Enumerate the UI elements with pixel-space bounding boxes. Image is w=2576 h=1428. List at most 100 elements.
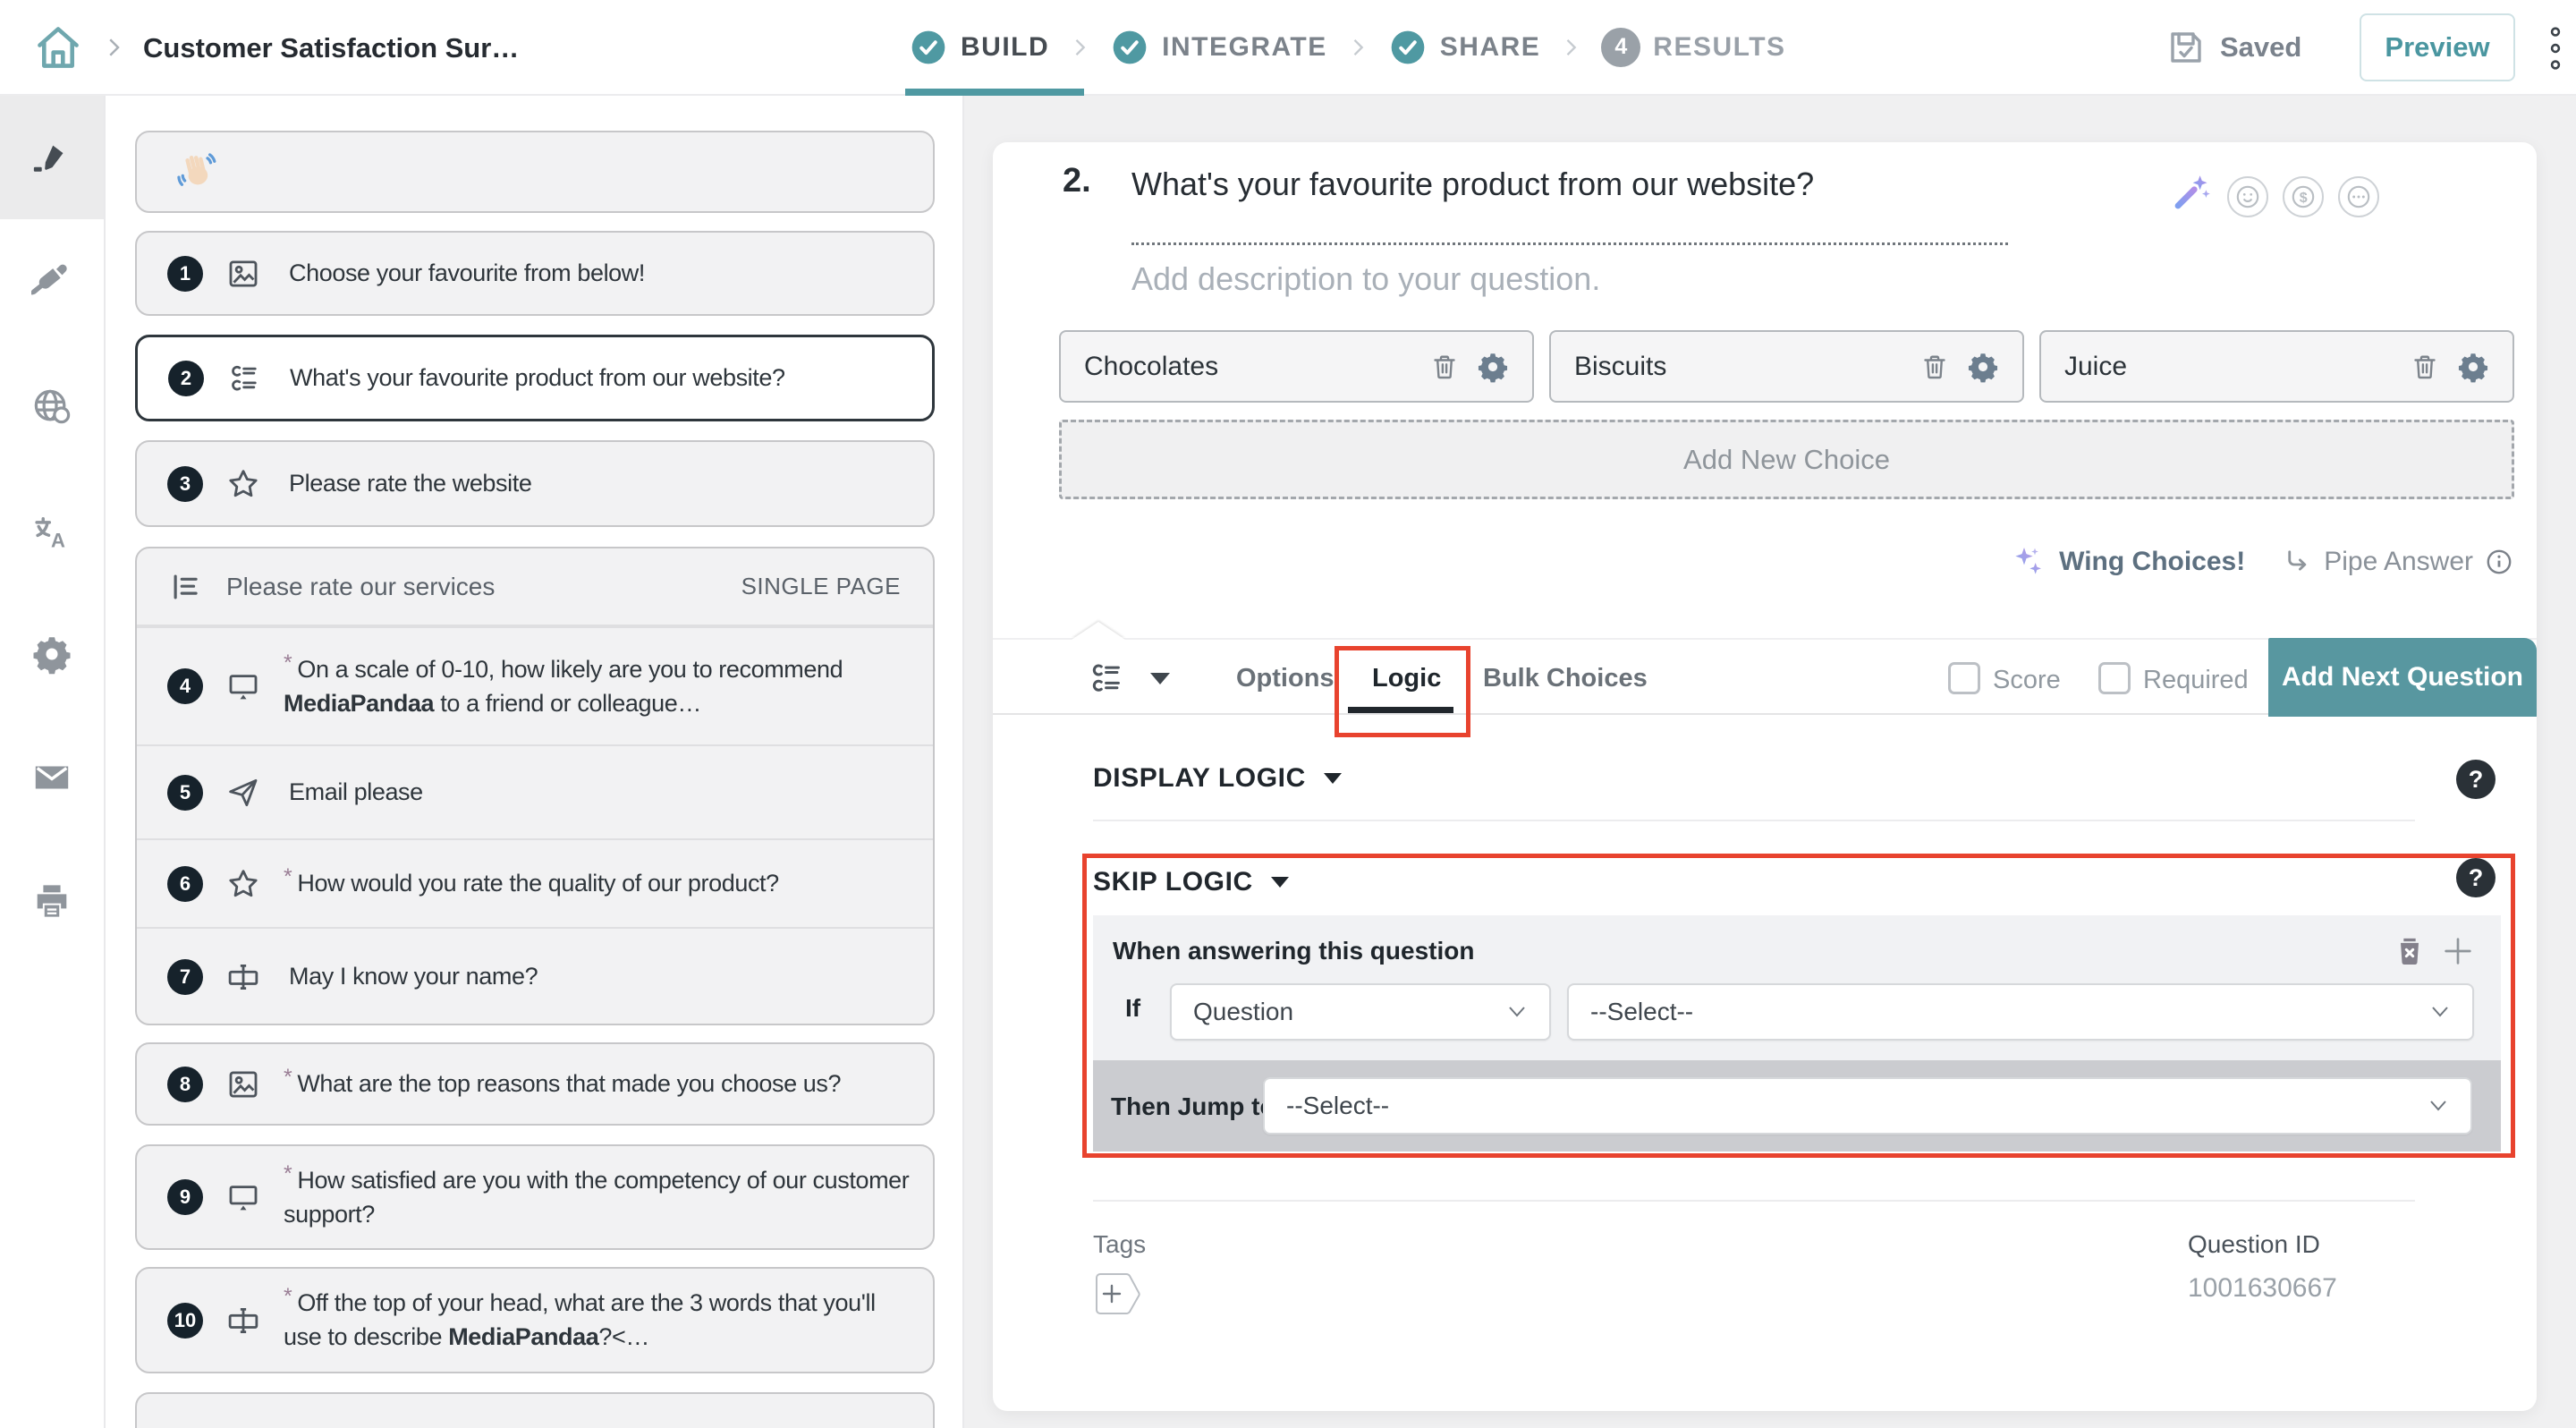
description-placeholder[interactable]: Add description to your question. [1131, 260, 1600, 298]
question-number: 3 [167, 466, 203, 502]
check-circle-icon [1110, 28, 1149, 67]
question-type-icon[interactable] [1086, 658, 1127, 699]
question-card-1[interactable]: 1 Choose your favourite from below! [135, 231, 935, 316]
question-list-panel[interactable]: 1 Choose your favourite from below! 2 Wh… [106, 96, 964, 1428]
question-card-3[interactable]: 3 Please rate the website [135, 440, 935, 527]
step-build[interactable]: BUILD [909, 28, 1049, 67]
step-share[interactable]: SHARE [1388, 28, 1541, 67]
question-number: 2 [168, 361, 204, 396]
sidebar-item-translate[interactable]: A [0, 489, 104, 575]
delete-choice-icon[interactable] [1428, 351, 1461, 383]
if-type-dropdown[interactable]: Question [1170, 983, 1551, 1041]
question-number: 5 [167, 775, 203, 811]
check-circle-icon [909, 28, 948, 67]
image-question-icon [225, 1066, 262, 1103]
preview-button[interactable]: Preview [2360, 13, 2515, 81]
choice-label[interactable]: Biscuits [1574, 352, 1919, 382]
question-number: 9 [167, 1179, 203, 1215]
multiple-choice-icon [225, 360, 263, 397]
question-row-4[interactable]: 4 *On a scale of 0-10, how likely are yo… [137, 626, 933, 744]
wing-choices-button[interactable]: Wing Choices! [2011, 544, 2245, 580]
top-header: Customer Satisfaction Sur… BUILD INTEGRA… [0, 0, 2576, 96]
delete-choice-icon[interactable] [1919, 351, 1951, 383]
score-checkbox[interactable] [1948, 662, 1980, 694]
breadcrumb-chevron-icon [100, 34, 127, 61]
step-integrate[interactable]: INTEGRATE [1110, 28, 1327, 67]
score-dollar-icon[interactable]: $ [2283, 176, 2324, 217]
choice-chocolates[interactable]: Chocolates [1059, 330, 1534, 403]
question-row-7[interactable]: 7 May I know your name? [137, 927, 933, 1025]
survey-builder-app: Customer Satisfaction Sur… BUILD INTEGRA… [0, 0, 2576, 1428]
choice-label[interactable]: Chocolates [1084, 352, 1428, 382]
sidebar-item-language[interactable] [0, 364, 104, 450]
delete-choice-icon[interactable] [2409, 351, 2441, 383]
ai-wand-icon[interactable] [2170, 171, 2213, 214]
translate-icon: A [31, 512, 72, 553]
add-rule-icon[interactable] [2440, 933, 2476, 969]
then-jump-value: --Select-- [1286, 1092, 1389, 1120]
choice-settings-icon[interactable] [1477, 351, 1509, 383]
skip-logic-help-icon[interactable]: ? [2456, 858, 2496, 897]
home-icon[interactable] [32, 21, 84, 73]
pipe-answer-button[interactable]: Pipe Answer [2281, 546, 2514, 578]
question-id-label: Question ID [2188, 1230, 2320, 1259]
editor-question-title[interactable]: What's your favourite product from our w… [1131, 166, 2017, 203]
skip-logic-condition-panel: When answering this question If Question… [1093, 915, 2501, 1060]
title-dotted-underline [1131, 242, 2008, 245]
sidebar-item-theme[interactable] [0, 239, 104, 325]
sidebar-item-print[interactable] [0, 858, 104, 944]
chevron-down-icon [2428, 1099, 2449, 1113]
choice-juice[interactable]: Juice [2039, 330, 2514, 403]
group-header[interactable]: Please rate our services SINGLE PAGE [137, 548, 933, 626]
question-id-value: 1001630667 [2188, 1273, 2337, 1304]
welcome-card[interactable] [135, 131, 935, 213]
sidebar-item-editor[interactable] [0, 96, 104, 219]
if-label: If [1125, 994, 1140, 1023]
sidebar-item-settings[interactable] [0, 611, 104, 697]
delete-rule-icon[interactable] [2392, 933, 2428, 969]
step-results[interactable]: 4 RESULTS [1601, 28, 1785, 67]
question-card-2-active[interactable]: 2 What's your favourite product from our… [135, 335, 935, 421]
choice-biscuits[interactable]: Biscuits [1549, 330, 2024, 403]
question-row-5[interactable]: 5 Email please [137, 744, 933, 838]
step-label: RESULTS [1653, 32, 1785, 63]
add-next-question-button[interactable]: Add Next Question [2268, 638, 2537, 717]
active-step-underline [905, 89, 1084, 96]
if-value-dropdown[interactable]: --Select-- [1567, 983, 2474, 1041]
svg-text:$: $ [2300, 191, 2308, 206]
question-type-caret-icon[interactable] [1150, 673, 1170, 684]
question-card-8[interactable]: 8 *What are the top reasons that made yo… [135, 1042, 935, 1126]
question-text: *What are the top reasons that made you … [284, 1067, 841, 1101]
question-row-6[interactable]: 6 *How would you rate the quality of our… [137, 838, 933, 927]
emoji-smiley-icon[interactable] [2227, 176, 2268, 217]
add-new-choice-button[interactable]: Add New Choice [1059, 420, 2514, 499]
star-rating-icon [225, 865, 262, 903]
skip-logic-header[interactable]: SKIP LOGIC [1093, 867, 1289, 897]
question-number: 4 [167, 668, 203, 704]
question-card-11[interactable]: 11 *What prompted you to score an $On a … [135, 1392, 935, 1428]
question-group-card[interactable]: Please rate our services SINGLE PAGE 4 *… [135, 547, 935, 1025]
sidebar-item-email[interactable] [0, 735, 104, 820]
choice-settings-icon[interactable] [1967, 351, 1999, 383]
choice-label[interactable]: Juice [2064, 352, 2409, 382]
group-title: Please rate our services [226, 573, 495, 601]
add-tag-button[interactable] [1093, 1266, 1148, 1322]
question-text: Email please [284, 776, 423, 810]
required-checkbox[interactable] [2098, 662, 2131, 694]
choice-tools-row: Wing Choices! Pipe Answer [2011, 542, 2514, 582]
display-logic-header[interactable]: DISPLAY LOGIC [1093, 763, 1342, 794]
saved-label: Saved [2220, 31, 2301, 64]
question-card-10[interactable]: 10 *Off the top of your head, what are t… [135, 1267, 935, 1373]
display-logic-help-icon[interactable]: ? [2456, 760, 2496, 799]
tab-bulk-choices[interactable]: Bulk Choices [1483, 664, 1648, 693]
more-actions-icon[interactable] [2338, 176, 2379, 217]
tab-options[interactable]: Options [1236, 664, 1335, 693]
survey-title[interactable]: Customer Satisfaction Sur… [143, 32, 519, 64]
more-options-icon[interactable] [2544, 25, 2567, 72]
question-card-9[interactable]: 9 *How satisfied are you with the compet… [135, 1144, 935, 1250]
tab-logic[interactable]: Logic [1372, 664, 1441, 693]
choice-settings-icon[interactable] [2457, 351, 2489, 383]
then-jump-dropdown[interactable]: --Select-- [1263, 1077, 2472, 1135]
then-jump-label: Then Jump to [1111, 1092, 1275, 1121]
check-circle-icon [1388, 28, 1428, 67]
